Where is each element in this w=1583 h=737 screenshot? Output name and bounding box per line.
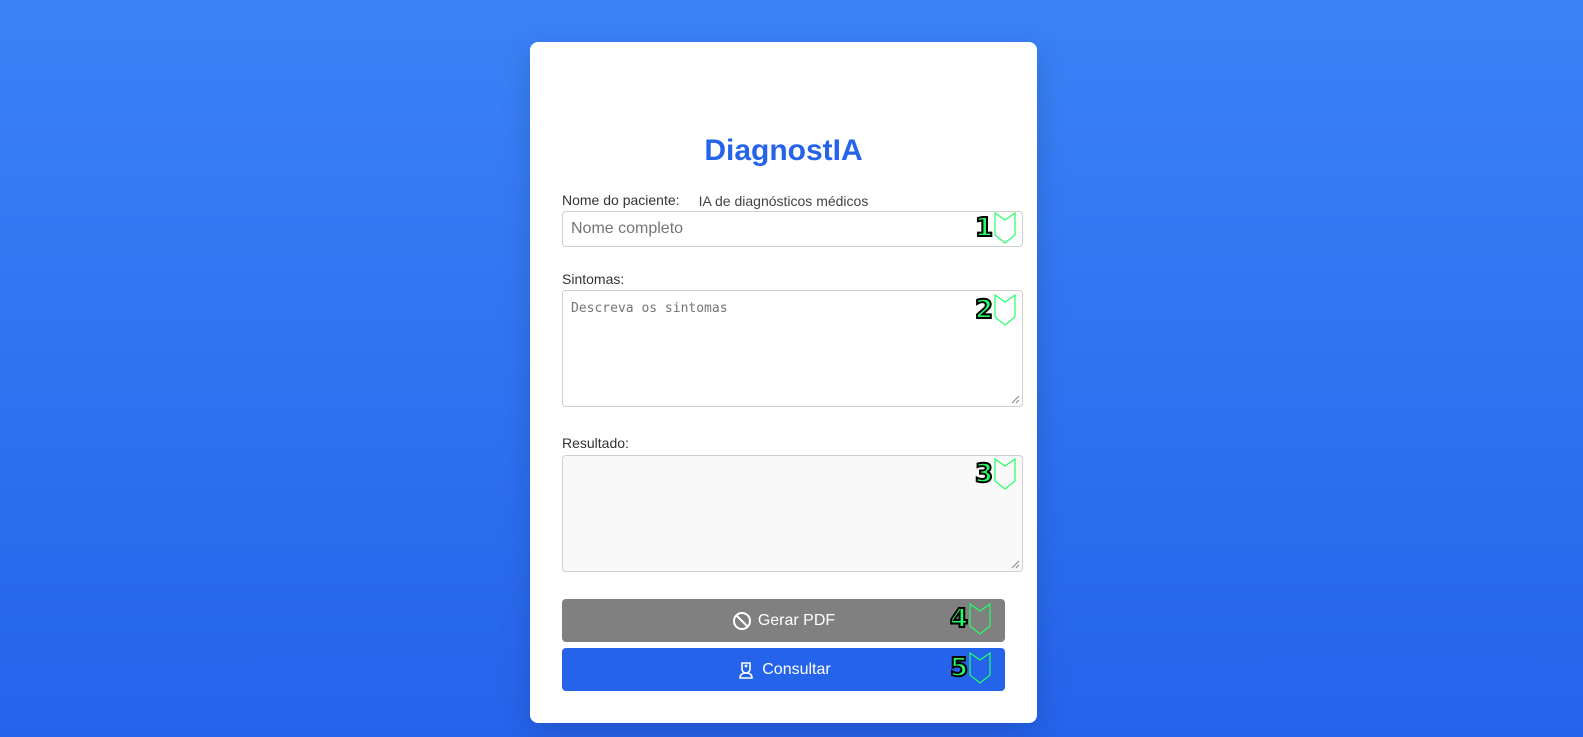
shield-marker-icon — [994, 211, 1016, 244]
shield-marker-icon — [969, 602, 991, 635]
marker-2: 2 — [974, 293, 1017, 327]
nome-placeholder: Nome completo — [571, 220, 684, 237]
sintomas-textarea[interactable]: Descreva os sintomas — [562, 290, 1023, 407]
shield-marker-icon — [969, 651, 991, 684]
marker-3: 3 — [974, 457, 1017, 491]
sintomas-label: Sintomas: — [562, 271, 625, 287]
consultar-label: Consultar — [762, 660, 831, 678]
gerar-pdf-label: Gerar PDF — [757, 611, 836, 629]
app-title: DiagnostIA — [704, 134, 863, 167]
resize-grip-icon[interactable] — [1011, 560, 1020, 569]
shield-marker-icon — [994, 293, 1016, 326]
resize-grip-icon[interactable] — [1011, 395, 1020, 404]
resultado-textarea[interactable] — [562, 455, 1023, 572]
marker-number: 4 — [949, 604, 969, 634]
nome-label: Nome do paciente: — [562, 192, 680, 208]
prohibited-icon — [732, 611, 751, 630]
marker-4: 4 — [949, 602, 992, 636]
marker-1: 1 — [974, 211, 1017, 245]
sintomas-placeholder: Descreva os sintomas — [571, 301, 728, 316]
marker-number: 1 — [974, 213, 994, 243]
resultado-label: Resultado: — [562, 435, 629, 451]
marker-5: 5 — [949, 651, 992, 685]
doctor-icon — [739, 661, 754, 679]
consultar-button[interactable]: Consultar — [562, 648, 1005, 691]
marker-number: 5 — [949, 653, 969, 683]
marker-number: 3 — [974, 459, 994, 489]
gerar-pdf-button[interactable]: Gerar PDF — [562, 599, 1005, 642]
nome-input[interactable]: Nome completo — [562, 211, 1023, 247]
shield-marker-icon — [994, 457, 1016, 490]
marker-number: 2 — [974, 295, 994, 325]
